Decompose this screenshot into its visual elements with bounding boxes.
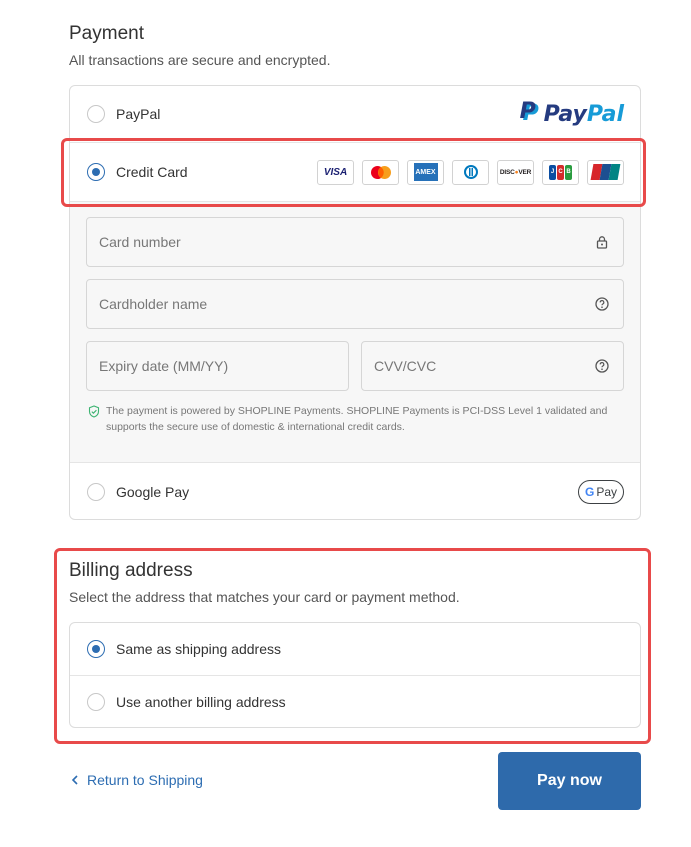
card-brand-list: VISA AMEX DISC●VER J C B <box>317 159 624 185</box>
mastercard-icon <box>362 159 399 185</box>
billing-title: Billing address <box>69 560 193 581</box>
google-pay-badge: G Pay <box>578 479 624 504</box>
security-note: The payment is powered by SHOPLINE Payme… <box>88 403 618 435</box>
help-icon[interactable] <box>595 297 609 311</box>
cardholder-name-field[interactable]: Cardholder name <box>86 279 624 329</box>
visa-icon: VISA <box>317 159 354 185</box>
discover-icon: DISC●VER <box>497 159 534 185</box>
paypal-label: PayPal <box>116 106 161 122</box>
cardholder-placeholder: Cardholder name <box>99 296 208 312</box>
google-pay-badge-text: Pay <box>596 484 618 499</box>
security-note-text: The payment is powered by SHOPLINE Payme… <box>106 405 608 433</box>
shield-check-icon <box>88 405 100 418</box>
payment-title: Payment <box>69 23 144 44</box>
billing-subtitle: Select the address that matches your car… <box>69 589 460 605</box>
payment-option-google-pay[interactable]: Google Pay G Pay <box>70 463 640 519</box>
same-address-radio[interactable] <box>87 640 105 658</box>
chevron-left-icon <box>71 775 78 785</box>
payment-subtitle: All transactions are secure and encrypte… <box>69 52 331 68</box>
cvv-field[interactable]: CVV/CVC <box>361 341 624 391</box>
help-icon[interactable] <box>595 359 609 373</box>
payment-option-credit-card[interactable]: Credit Card VISA AMEX DISC●VER J C B <box>70 143 640 201</box>
card-number-placeholder: Card number <box>99 234 181 250</box>
card-number-field[interactable]: Card number <box>86 217 624 267</box>
credit-card-form: Card number Cardholder name Expiry date … <box>70 201 640 463</box>
cvv-placeholder: CVV/CVC <box>374 358 437 374</box>
google-pay-radio[interactable] <box>87 482 105 501</box>
another-address-radio[interactable] <box>87 693 105 711</box>
same-address-label: Same as shipping address <box>116 641 281 657</box>
another-address-label: Use another billing address <box>116 694 286 710</box>
paypal-p-icon: P P <box>519 99 539 126</box>
return-to-shipping-label: Return to Shipping <box>87 772 203 788</box>
google-pay-label: Google Pay <box>116 483 190 500</box>
billing-options: Same as shipping address Use another bil… <box>69 622 641 728</box>
paypal-logo: P P Pay Pal <box>519 99 624 127</box>
pay-now-button[interactable]: Pay now <box>498 752 641 810</box>
google-g-icon: G <box>584 484 595 499</box>
paypal-radio[interactable] <box>87 105 105 123</box>
diners-club-icon <box>452 159 489 185</box>
credit-card-radio[interactable] <box>87 163 105 181</box>
payment-option-paypal[interactable]: PayPal P P Pay Pal <box>70 86 640 142</box>
paypal-logo-pay: Pay <box>543 101 587 127</box>
billing-option-same[interactable]: Same as shipping address <box>70 623 640 675</box>
expiry-placeholder: Expiry date (MM/YY) <box>99 358 229 374</box>
unionpay-icon <box>587 159 624 185</box>
lock-icon <box>596 236 608 249</box>
billing-option-another[interactable]: Use another billing address <box>70 676 640 728</box>
expiry-date-field[interactable]: Expiry date (MM/YY) <box>86 341 349 391</box>
payment-methods: PayPal P P PayPal Credit Card VISA AMEX <box>69 85 641 520</box>
paypal-logo-pal: Pal <box>586 101 624 127</box>
return-to-shipping-link[interactable]: Return to Shipping <box>71 772 203 788</box>
credit-card-label: Credit Card <box>116 164 188 180</box>
amex-icon: AMEX <box>407 159 444 185</box>
jcb-icon: J C B <box>542 159 579 185</box>
